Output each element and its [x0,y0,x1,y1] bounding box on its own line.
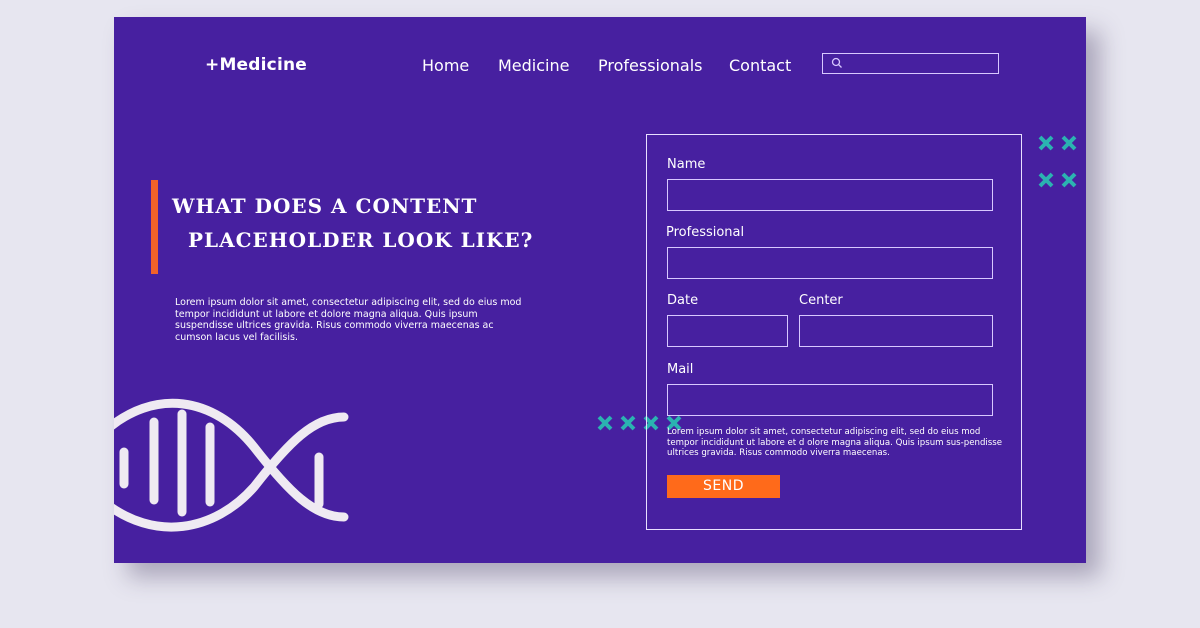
logo[interactable]: +Medicine [205,55,307,75]
cross-icon [620,415,636,431]
professional-field[interactable] [667,247,993,279]
nav-home[interactable]: Home [422,56,469,75]
nav-contact[interactable]: Contact [729,56,791,75]
center-label: Center [799,293,843,308]
search-input[interactable] [822,53,999,74]
decor-cross-column-right [1037,134,1086,208]
nav-professionals[interactable]: Professionals [598,56,703,75]
center-field[interactable] [799,315,993,347]
landing-page: +Medicine Home Medicine Professionals Co… [114,17,1086,563]
hero-headline: WHAT DOES A CONTENT PLACEHOLDER LOOK LIK… [172,189,552,257]
dna-icon [114,398,349,532]
cross-icon [1061,135,1077,151]
contact-form: Name Professional Date Center Mail Lorem… [646,134,1022,530]
hero-headline-line2: PLACEHOLDER LOOK LIKE? [188,228,534,252]
cross-icon [1061,172,1077,188]
date-field[interactable] [667,315,788,347]
name-field[interactable] [667,179,993,211]
hero-headline-line1: WHAT DOES A CONTENT [172,194,478,218]
date-label: Date [667,293,699,308]
nav-medicine[interactable]: Medicine [498,56,569,75]
headline-accent-bar [151,180,158,274]
form-note: Lorem ipsum dolor sit amet, consectetur … [667,427,1003,458]
professional-label: Professional [666,225,745,240]
mail-label: Mail [667,362,694,377]
cross-icon [1038,172,1054,188]
send-button[interactable]: SEND [667,475,780,498]
cross-icon [1038,135,1054,151]
mail-field[interactable] [667,384,993,416]
cross-icon [597,415,613,431]
name-label: Name [667,157,706,172]
hero-body-text: Lorem ipsum dolor sit amet, consectetur … [175,297,522,343]
search-icon [831,57,842,68]
